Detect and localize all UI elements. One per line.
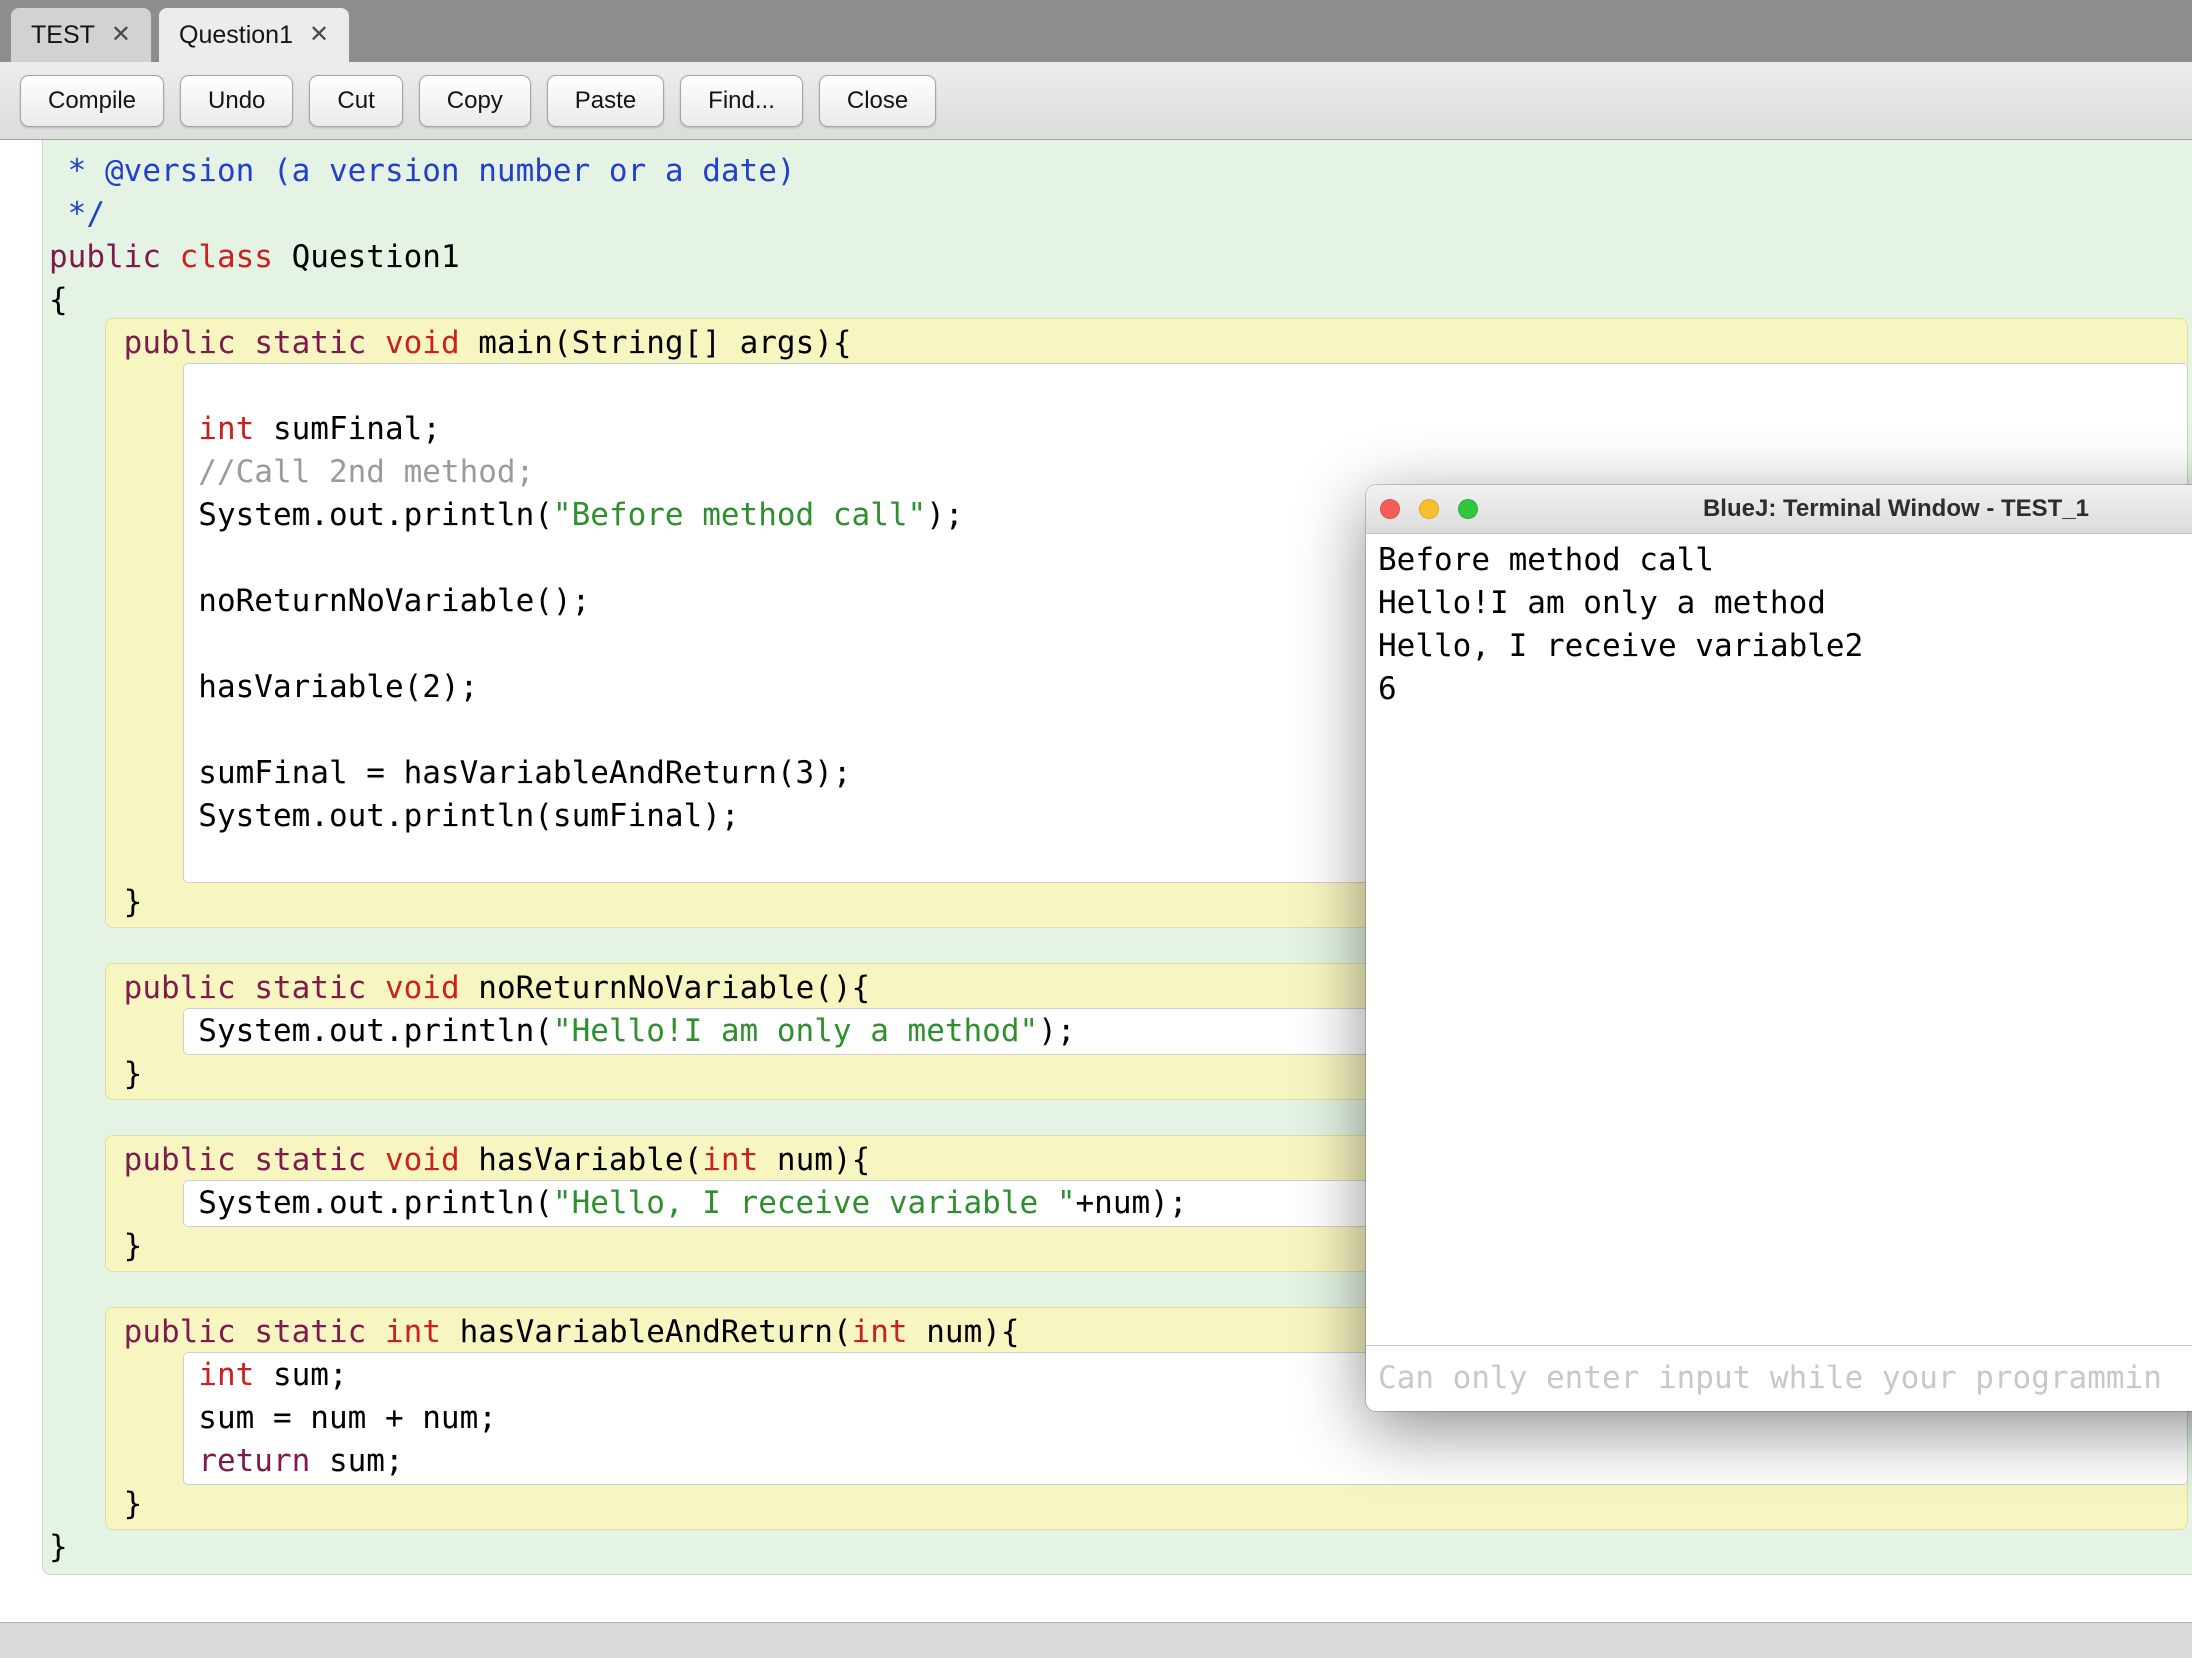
terminal-output[interactable]: Before method callHello!I am only a meth… — [1366, 534, 2192, 1345]
code-line: public class Question1 — [0, 236, 2192, 279]
code-line: */ — [0, 193, 2192, 236]
close-button[interactable] — [1380, 499, 1400, 519]
copy-button[interactable]: Copy — [419, 75, 531, 127]
code-line: } — [0, 1483, 2192, 1526]
terminal-line: Hello, I receive variable2 — [1378, 625, 2192, 668]
zoom-button[interactable] — [1458, 499, 1478, 519]
minimize-button[interactable] — [1419, 499, 1439, 519]
terminal-line: Hello!I am only a method — [1378, 582, 2192, 625]
tab-label: Question1 — [179, 21, 293, 50]
toolbar: Compile Undo Cut Copy Paste Find... Close — [0, 62, 2192, 140]
close-button[interactable]: Close — [819, 75, 936, 127]
code-line: public static void main(String[] args){ — [0, 322, 2192, 365]
code-line: int sumFinal; — [0, 408, 2192, 451]
terminal-line: 6 — [1378, 668, 2192, 711]
compile-button[interactable]: Compile — [20, 75, 164, 127]
terminal-title: BlueJ: Terminal Window - TEST_1 — [1703, 495, 2089, 523]
code-line: return sum; — [0, 1440, 2192, 1483]
terminal-titlebar[interactable]: BlueJ: Terminal Window - TEST_1 — [1366, 485, 2192, 534]
code-line: * @version (a version number or a date) — [0, 150, 2192, 193]
find-button[interactable]: Find... — [680, 75, 803, 127]
paste-button[interactable]: Paste — [547, 75, 664, 127]
undo-button[interactable]: Undo — [180, 75, 293, 127]
code-line — [0, 365, 2192, 408]
window-controls — [1380, 499, 1478, 519]
tab-test[interactable]: TEST ✕ — [10, 7, 152, 62]
tab-close-icon[interactable]: ✕ — [309, 23, 329, 47]
tab-question1[interactable]: Question1 ✕ — [158, 7, 350, 62]
terminal-input[interactable]: Can only enter input while your programm… — [1366, 1345, 2192, 1411]
terminal-window: BlueJ: Terminal Window - TEST_1 Before m… — [1366, 485, 2192, 1411]
tab-bar: TEST ✕ Question1 ✕ — [0, 0, 2192, 62]
code-line: } — [0, 1526, 2192, 1569]
cut-button[interactable]: Cut — [309, 75, 402, 127]
terminal-line: Before method call — [1378, 539, 2192, 582]
code-line: { — [0, 279, 2192, 322]
status-bar — [0, 1622, 2192, 1658]
tab-label: TEST — [31, 21, 95, 50]
tab-close-icon[interactable]: ✕ — [111, 23, 131, 47]
